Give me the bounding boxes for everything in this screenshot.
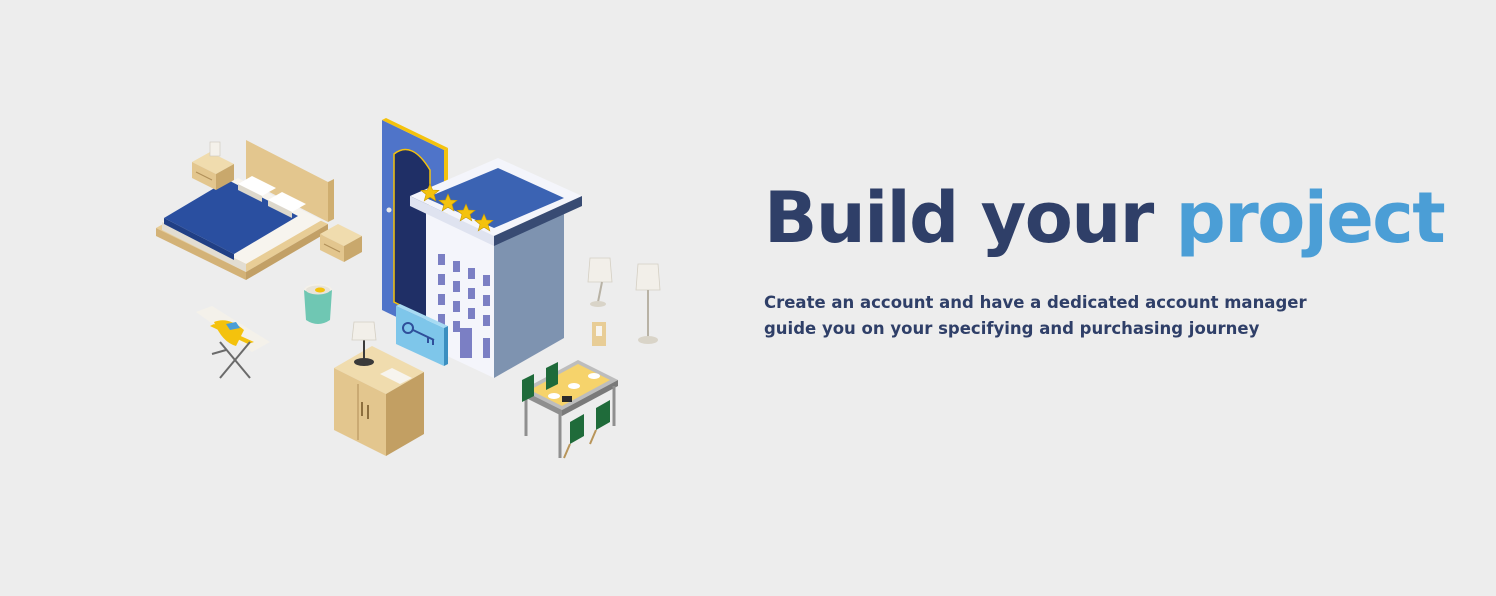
floor-lamp-icon [635, 263, 661, 344]
hotel-project-illustration [156, 118, 661, 459]
headline-part-project: project [1175, 177, 1446, 259]
hero-banner: Build your project Create an account and… [0, 0, 1496, 596]
dresser-icon [334, 346, 424, 456]
waste-bin-icon [304, 284, 332, 324]
ironing-board-icon [196, 306, 270, 379]
hero-headline: Build your project [764, 176, 1446, 260]
bed-icon [156, 140, 334, 280]
candle-holder-icon [592, 322, 606, 346]
hero-description: Create an account and have a dedicated a… [764, 293, 1307, 338]
hero-copy: Build your project Create an account and… [764, 176, 1446, 342]
nightstand-icon [192, 141, 234, 190]
headline-part-build-your: Build your [764, 177, 1154, 259]
floor-lamp-icon [587, 257, 613, 307]
